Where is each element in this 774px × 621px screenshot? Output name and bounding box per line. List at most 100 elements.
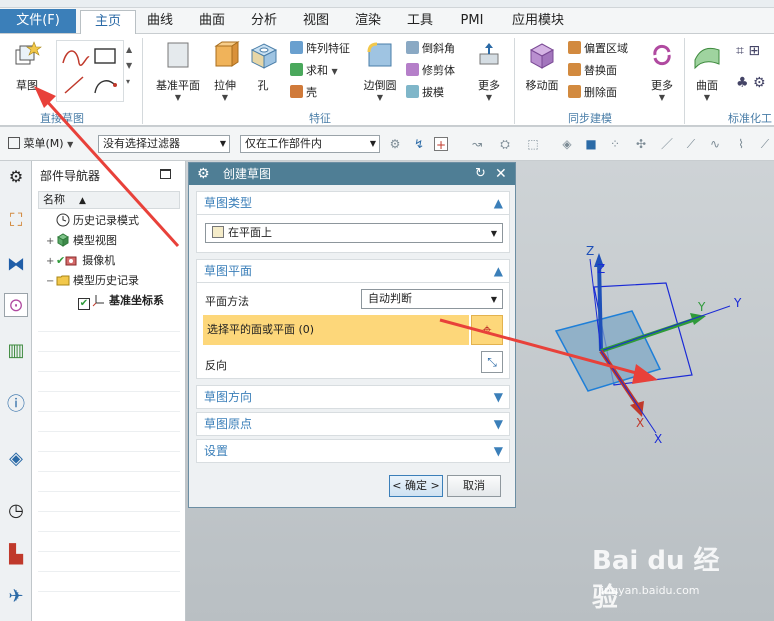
move-face-button[interactable]: 移动面 [522, 38, 562, 108]
reset-icon[interactable]: ↻ [475, 163, 486, 185]
chevron-down-icon[interactable]: ▼ [646, 93, 678, 102]
dialog-title-bar[interactable]: ⚙ 创建草图 ↻ ✕ [189, 163, 515, 185]
cancel-button[interactable]: 取消 [447, 475, 501, 497]
reuse-library-icon[interactable]: ▥ [4, 339, 28, 363]
curve-rule-icon[interactable]: ↝ [470, 137, 484, 151]
body-icon[interactable]: ■ [584, 137, 598, 151]
line-icon[interactable]: ／ [660, 137, 674, 151]
section-sketch-type[interactable]: 草图类型 ▲ [196, 191, 510, 215]
menu-button[interactable]: 菜单(M) ▼ [8, 137, 73, 152]
web-browser-icon[interactable]: ◈ [4, 447, 28, 471]
chevron-up-icon[interactable]: ▲ [494, 192, 503, 214]
part-navigator-icon[interactable]: ⊙ [4, 293, 28, 317]
section-sketch-orientation[interactable]: 草图方向 ▼ [196, 385, 510, 409]
assembly-navigator-icon[interactable]: ⛶ [4, 209, 28, 233]
chevron-down-icon[interactable]: ▼ [690, 93, 724, 102]
curve-gallery[interactable] [56, 40, 124, 102]
expand-icon[interactable]: + [46, 232, 56, 252]
sketch-button[interactable]: 草图 [6, 38, 48, 108]
trim-body-button[interactable]: 修剪体 [406, 62, 455, 80]
surface-button[interactable]: 曲面 ▼ [690, 38, 724, 108]
dialog-title: 创建草图 [223, 167, 272, 181]
constraint-navigator-icon[interactable]: ⧓ [4, 253, 28, 277]
ok-button[interactable]: < 确定 > [389, 475, 443, 497]
cross-icon[interactable]: ✣ [634, 137, 648, 151]
section-sketch-plane[interactable]: 草图平面 ▲ [196, 259, 510, 283]
standard-tool-icon[interactable]: ⌗ ⊞ [736, 42, 760, 60]
tab-curve[interactable]: 曲线 [140, 10, 180, 34]
chevron-down-icon[interactable]: ▼ [494, 413, 503, 435]
replace-face-button[interactable]: 替换面 [568, 62, 617, 80]
standard-tool-icon-2[interactable]: ♣ ⚙ [736, 74, 766, 92]
tab-tools[interactable]: 工具 [400, 10, 440, 34]
selection-filter-select[interactable]: 没有选择过滤器 ▼ [98, 135, 230, 153]
delete-face-button[interactable]: 删除面 [568, 84, 617, 102]
navigator-column-header[interactable]: 名称 ▲ [38, 191, 180, 209]
tangent-line-icon[interactable]: ⟋ [684, 137, 698, 151]
section-settings[interactable]: 设置 ▼ [196, 439, 510, 463]
shell-button[interactable]: 壳 [290, 84, 317, 102]
file-menu-tab[interactable]: 文件(F) [0, 9, 76, 33]
tab-surface[interactable]: 曲面 [192, 10, 232, 34]
curve-gallery-scroll[interactable]: ▲ ▼ ▾ [126, 42, 132, 90]
palette-icon[interactable]: ▙ [4, 543, 28, 567]
plane-method-select[interactable]: 自动判断 ▼ [361, 289, 503, 309]
solid-icon[interactable]: ◈ [560, 137, 574, 151]
nav-item-history-mode[interactable]: 历史记录模式 [46, 211, 139, 231]
face-rule-icon[interactable]: ⛭ [498, 137, 512, 151]
tab-render[interactable]: 渲染 [348, 10, 388, 34]
sketch-type-select[interactable]: 在平面上 ▼ [205, 223, 503, 243]
gear-icon[interactable]: ⚙ [4, 165, 28, 189]
hole-button[interactable]: 孔 [246, 38, 280, 108]
point-filter-icon[interactable]: + [434, 137, 448, 152]
general-object-icon[interactable]: ⚙ [388, 137, 402, 151]
tab-home[interactable]: 主页 [80, 10, 136, 34]
nav-item-model-views[interactable]: + 模型视图 [46, 231, 117, 251]
chevron-down-icon[interactable]: ▼ [472, 93, 506, 102]
close-icon[interactable]: ✕ [495, 163, 507, 185]
gear-icon[interactable]: ⚙ [197, 163, 210, 185]
section-sketch-origin[interactable]: 草图原点 ▼ [196, 412, 510, 436]
extrude-button[interactable]: 拉伸 ▼ [208, 38, 242, 108]
draft-button[interactable]: 拔模 [406, 84, 444, 102]
reverse-direction-icon[interactable]: ⤡ [481, 351, 503, 373]
crosshair-icon[interactable]: ⌖ [471, 315, 503, 345]
maximize-icon[interactable] [160, 169, 171, 179]
curve-icon[interactable]: ∿ [708, 137, 722, 151]
chevron-down-icon[interactable]: ▼ [208, 93, 242, 102]
chamfer-button[interactable]: 倒斜角 [406, 40, 455, 58]
unite-button[interactable]: 求和 ▼ [290, 62, 338, 80]
nav-item-camera[interactable]: + ✔ 摄像机 [46, 251, 115, 271]
tab-analysis[interactable]: 分析 [244, 10, 284, 34]
select-plane-row[interactable]: 选择平的面或平面 (0) [203, 315, 469, 345]
more-sync-button[interactable]: 更多 ▼ [646, 38, 678, 108]
offset-region-button[interactable]: 偏置区域 [568, 40, 628, 58]
collapse-icon[interactable]: − [46, 272, 56, 292]
diagonal-icon[interactable]: ⟋ [758, 137, 772, 151]
edge-blend-button[interactable]: 边倒圆 ▼ [360, 38, 400, 108]
datum-plane-button[interactable]: 基准平面 ▼ [152, 38, 204, 108]
process-studio-icon[interactable]: ✈ [4, 585, 28, 609]
more-feature-button[interactable]: 更多 ▼ [472, 38, 506, 108]
chevron-down-icon[interactable]: ▼ [494, 386, 503, 408]
pattern-feature-button[interactable]: 阵列特征 [290, 40, 350, 58]
snap-point-icon[interactable]: ↯ [412, 137, 426, 151]
point-icon[interactable]: ⁘ [608, 137, 622, 151]
chevron-down-icon[interactable]: ▼ [494, 440, 503, 462]
expand-icon[interactable]: + [46, 252, 56, 272]
tab-view[interactable]: 视图 [296, 10, 336, 34]
chevron-up-icon[interactable]: ▲ [494, 260, 503, 282]
check-icon[interactable]: ✔ [56, 254, 65, 267]
chevron-down-icon[interactable]: ▼ [152, 93, 204, 102]
nav-item-model-history[interactable]: − 模型历史记录 [46, 271, 139, 291]
history-clock-icon[interactable]: ◷ [4, 499, 28, 523]
nav-item-datum-csys[interactable]: ✔ 基准坐标系 [78, 291, 164, 311]
tab-pmi[interactable]: PMI [452, 10, 492, 34]
tab-application[interactable]: 应用模块 [504, 10, 572, 34]
selection-scope-select[interactable]: 仅在工作部件内 ▼ [240, 135, 380, 153]
info-icon[interactable]: ⓘ [4, 393, 28, 417]
spline-icon[interactable]: ⌇ [734, 137, 748, 151]
chevron-down-icon[interactable]: ▼ [360, 93, 400, 102]
checkbox-checked-icon[interactable]: ✔ [78, 298, 90, 310]
box-select-icon[interactable]: ⬚ [526, 137, 540, 151]
